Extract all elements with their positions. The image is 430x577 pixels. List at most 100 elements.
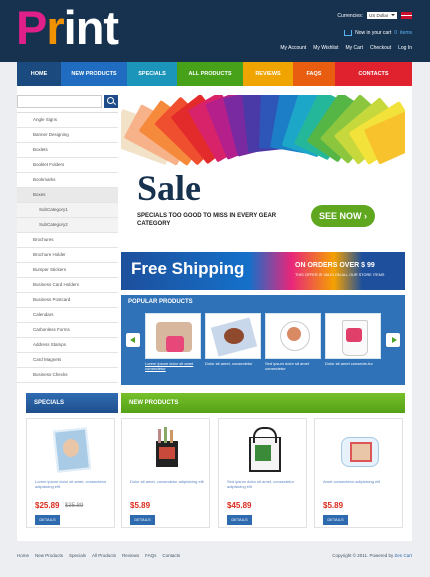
product-description[interactable]: Lorem ipsum dolor sit amet, consectetur … — [35, 479, 111, 489]
product-image[interactable] — [49, 425, 93, 473]
nav-contacts[interactable]: CONTACTS — [335, 62, 412, 86]
product-image[interactable] — [265, 313, 321, 359]
sidebar-category-item[interactable]: SubCategory2 — [17, 218, 118, 233]
cart-summary[interactable]: Now in your cart 0 items — [344, 30, 412, 36]
footer-link-new-products[interactable]: New Products — [35, 553, 63, 558]
footer-link-all-products[interactable]: All Products — [92, 553, 116, 558]
sidebar-category-item[interactable]: Angle Signs — [17, 113, 118, 128]
free-shipping-banner[interactable]: Free Shipping ON ORDERS OVER $ 99 THIS O… — [121, 252, 405, 290]
cart-count: 0 — [394, 30, 398, 36]
logo-letter: P — [16, 1, 47, 54]
currency-dropdown[interactable]: US Dollar — [367, 12, 397, 19]
cart-text: Now in your cart — [355, 30, 392, 36]
product-card[interactable]: Dolor sit amet, consectetur adipisicing … — [121, 418, 210, 528]
product-description[interactable]: Dolor sit amet, consectetur adipisicing … — [130, 479, 206, 484]
my-account-link[interactable]: My Account — [280, 45, 306, 51]
sidebar-category-item[interactable]: Card Magnets — [17, 353, 118, 368]
new-products-heading[interactable]: NEW PRODUCTS — [121, 393, 405, 413]
product-card[interactable]: Amet consectetur adipisicing elit $5.89 … — [314, 418, 403, 528]
logo[interactable]: Print — [16, 1, 119, 54]
copyright-text: Copyright © 2011. Powered by — [332, 553, 395, 558]
sale-subtitle: SPECIALS TOO GOOD TO MISS IN EVERY GEAR … — [137, 213, 277, 227]
sidebar-category-item[interactable]: Banner Designing — [17, 128, 118, 143]
product-price: $45.89 — [227, 501, 252, 510]
sidebar-category-item[interactable]: Address Stamps — [17, 338, 118, 353]
details-button[interactable]: DETAILS — [35, 515, 60, 525]
free-shipping-note: THIS OFFER IS VALID ON ALL OUR STORE ITE… — [295, 273, 385, 277]
uk-flag-icon[interactable] — [401, 12, 412, 19]
sidebar-category-item[interactable]: Brochure Holder — [17, 248, 118, 263]
sidebar-category-item[interactable]: Boxlets — [17, 143, 118, 158]
carousel-prev-arrow-icon[interactable] — [126, 333, 140, 347]
category-list: Angle Signs Banner Designing Boxlets Bookle… — [17, 113, 118, 383]
logo-letter: r — [46, 1, 64, 54]
details-button[interactable]: DETAILS — [130, 515, 155, 525]
nav-home[interactable]: HOME — [17, 62, 61, 86]
specials-heading[interactable]: SPECIALS — [26, 393, 118, 413]
cart-icon — [344, 30, 353, 36]
main-nav: HOME NEW PRODUCTS SPECIALS ALL PRODUCTS … — [17, 62, 412, 86]
search-icon[interactable] — [104, 95, 118, 108]
popular-item[interactable]: Lorem ipsum dolor sit amet consectetur — [145, 313, 201, 371]
product-price: $5.89 — [130, 501, 151, 510]
free-shipping-title: Free Shipping — [131, 259, 245, 278]
product-card[interactable]: Sed ipsum dolor sit amet, consectetur ad… — [218, 418, 307, 528]
currency-selector: Currencies: US Dollar — [337, 12, 412, 19]
footer-link-contacts[interactable]: Contacts — [162, 553, 180, 558]
product-caption[interactable]: Dolor sit amet consecte-tur — [325, 361, 381, 366]
popular-item[interactable]: Dolor sit amet consecte-tur — [325, 313, 381, 366]
details-button[interactable]: DETAILS — [323, 515, 348, 525]
product-image[interactable] — [337, 425, 381, 473]
nav-new-products[interactable]: NEW PRODUCTS — [61, 62, 127, 86]
checkout-link[interactable]: Checkout — [370, 45, 391, 51]
popular-heading: POPULAR PRODUCTS — [128, 299, 193, 305]
sidebar-category-item[interactable]: Booklet Folders — [17, 158, 118, 173]
account-links: My Account My Wishlist My Cart Checkout … — [280, 45, 412, 51]
product-caption[interactable]: Lorem ipsum dolor sit amet consectetur — [145, 361, 201, 371]
footer: Home New Products Specials All Products … — [17, 553, 412, 558]
sidebar-category-item[interactable]: Business Postcard — [17, 293, 118, 308]
sidebar-category-item[interactable]: Bumper Stickers — [17, 263, 118, 278]
footer-links: Home New Products Specials All Products … — [17, 553, 180, 558]
product-image[interactable] — [145, 313, 201, 359]
sale-banner[interactable]: Sale SPECIALS TOO GOOD TO MISS IN EVERY … — [121, 95, 405, 246]
sidebar-category-item[interactable]: Brochures — [17, 233, 118, 248]
my-cart-link[interactable]: My Cart — [345, 45, 363, 51]
my-wishlist-link[interactable]: My Wishlist — [313, 45, 338, 51]
product-caption[interactable]: Sed ipsum dolor sit amet consectetur — [265, 361, 321, 371]
sale-title: Sale — [137, 168, 202, 208]
popular-item[interactable]: Dolor sit amet, consectetur — [205, 313, 261, 366]
nav-all-products[interactable]: ALL PRODUCTS — [177, 62, 243, 86]
product-caption[interactable]: Dolor sit amet, consectetur — [205, 361, 261, 366]
zen-cart-link[interactable]: Zen Cart — [394, 553, 412, 558]
footer-link-reviews[interactable]: Reviews — [122, 553, 139, 558]
footer-link-faqs[interactable]: FAQs — [145, 553, 156, 558]
product-card[interactable]: Lorem ipsum dolor sit amet, consectetur … — [26, 418, 115, 528]
sidebar-category-item[interactable]: Business Checks — [17, 368, 118, 383]
search-input[interactable] — [17, 95, 102, 108]
product-image[interactable] — [144, 425, 188, 473]
carousel-next-arrow-icon[interactable] — [386, 333, 400, 347]
product-description[interactable]: Amet consectetur adipisicing elit — [323, 479, 399, 484]
nav-specials[interactable]: SPECIALS — [127, 62, 177, 86]
popular-item[interactable]: Sed ipsum dolor sit amet consectetur — [265, 313, 321, 371]
sidebar-category-item[interactable]: Boxes — [17, 188, 118, 203]
footer-link-home[interactable]: Home — [17, 553, 29, 558]
details-button[interactable]: DETAILS — [227, 515, 252, 525]
nav-faqs[interactable]: FAQS — [293, 62, 335, 86]
product-image[interactable] — [325, 313, 381, 359]
nav-reviews[interactable]: REVIEWS — [243, 62, 293, 86]
currencies-label: Currencies: — [337, 12, 363, 19]
sidebar-category-item[interactable]: Business Card Holders — [17, 278, 118, 293]
footer-link-specials[interactable]: Specials — [69, 553, 86, 558]
sidebar-category-item[interactable]: SubCategory1 — [17, 203, 118, 218]
see-now-button[interactable]: SEE NOW › — [311, 205, 375, 227]
product-image[interactable] — [241, 425, 285, 473]
product-description[interactable]: Sed ipsum dolor sit amet, consectetur ad… — [227, 479, 303, 489]
sidebar-category-item[interactable]: Calendars — [17, 308, 118, 323]
sidebar-category-item[interactable]: Carbonless Forms — [17, 323, 118, 338]
sidebar-category-item[interactable]: Bookmarks — [17, 173, 118, 188]
sidebar: Angle Signs Banner Designing Boxlets Bookle… — [17, 90, 118, 383]
product-image[interactable] — [205, 313, 261, 359]
log-in-link[interactable]: Log In — [398, 45, 412, 51]
